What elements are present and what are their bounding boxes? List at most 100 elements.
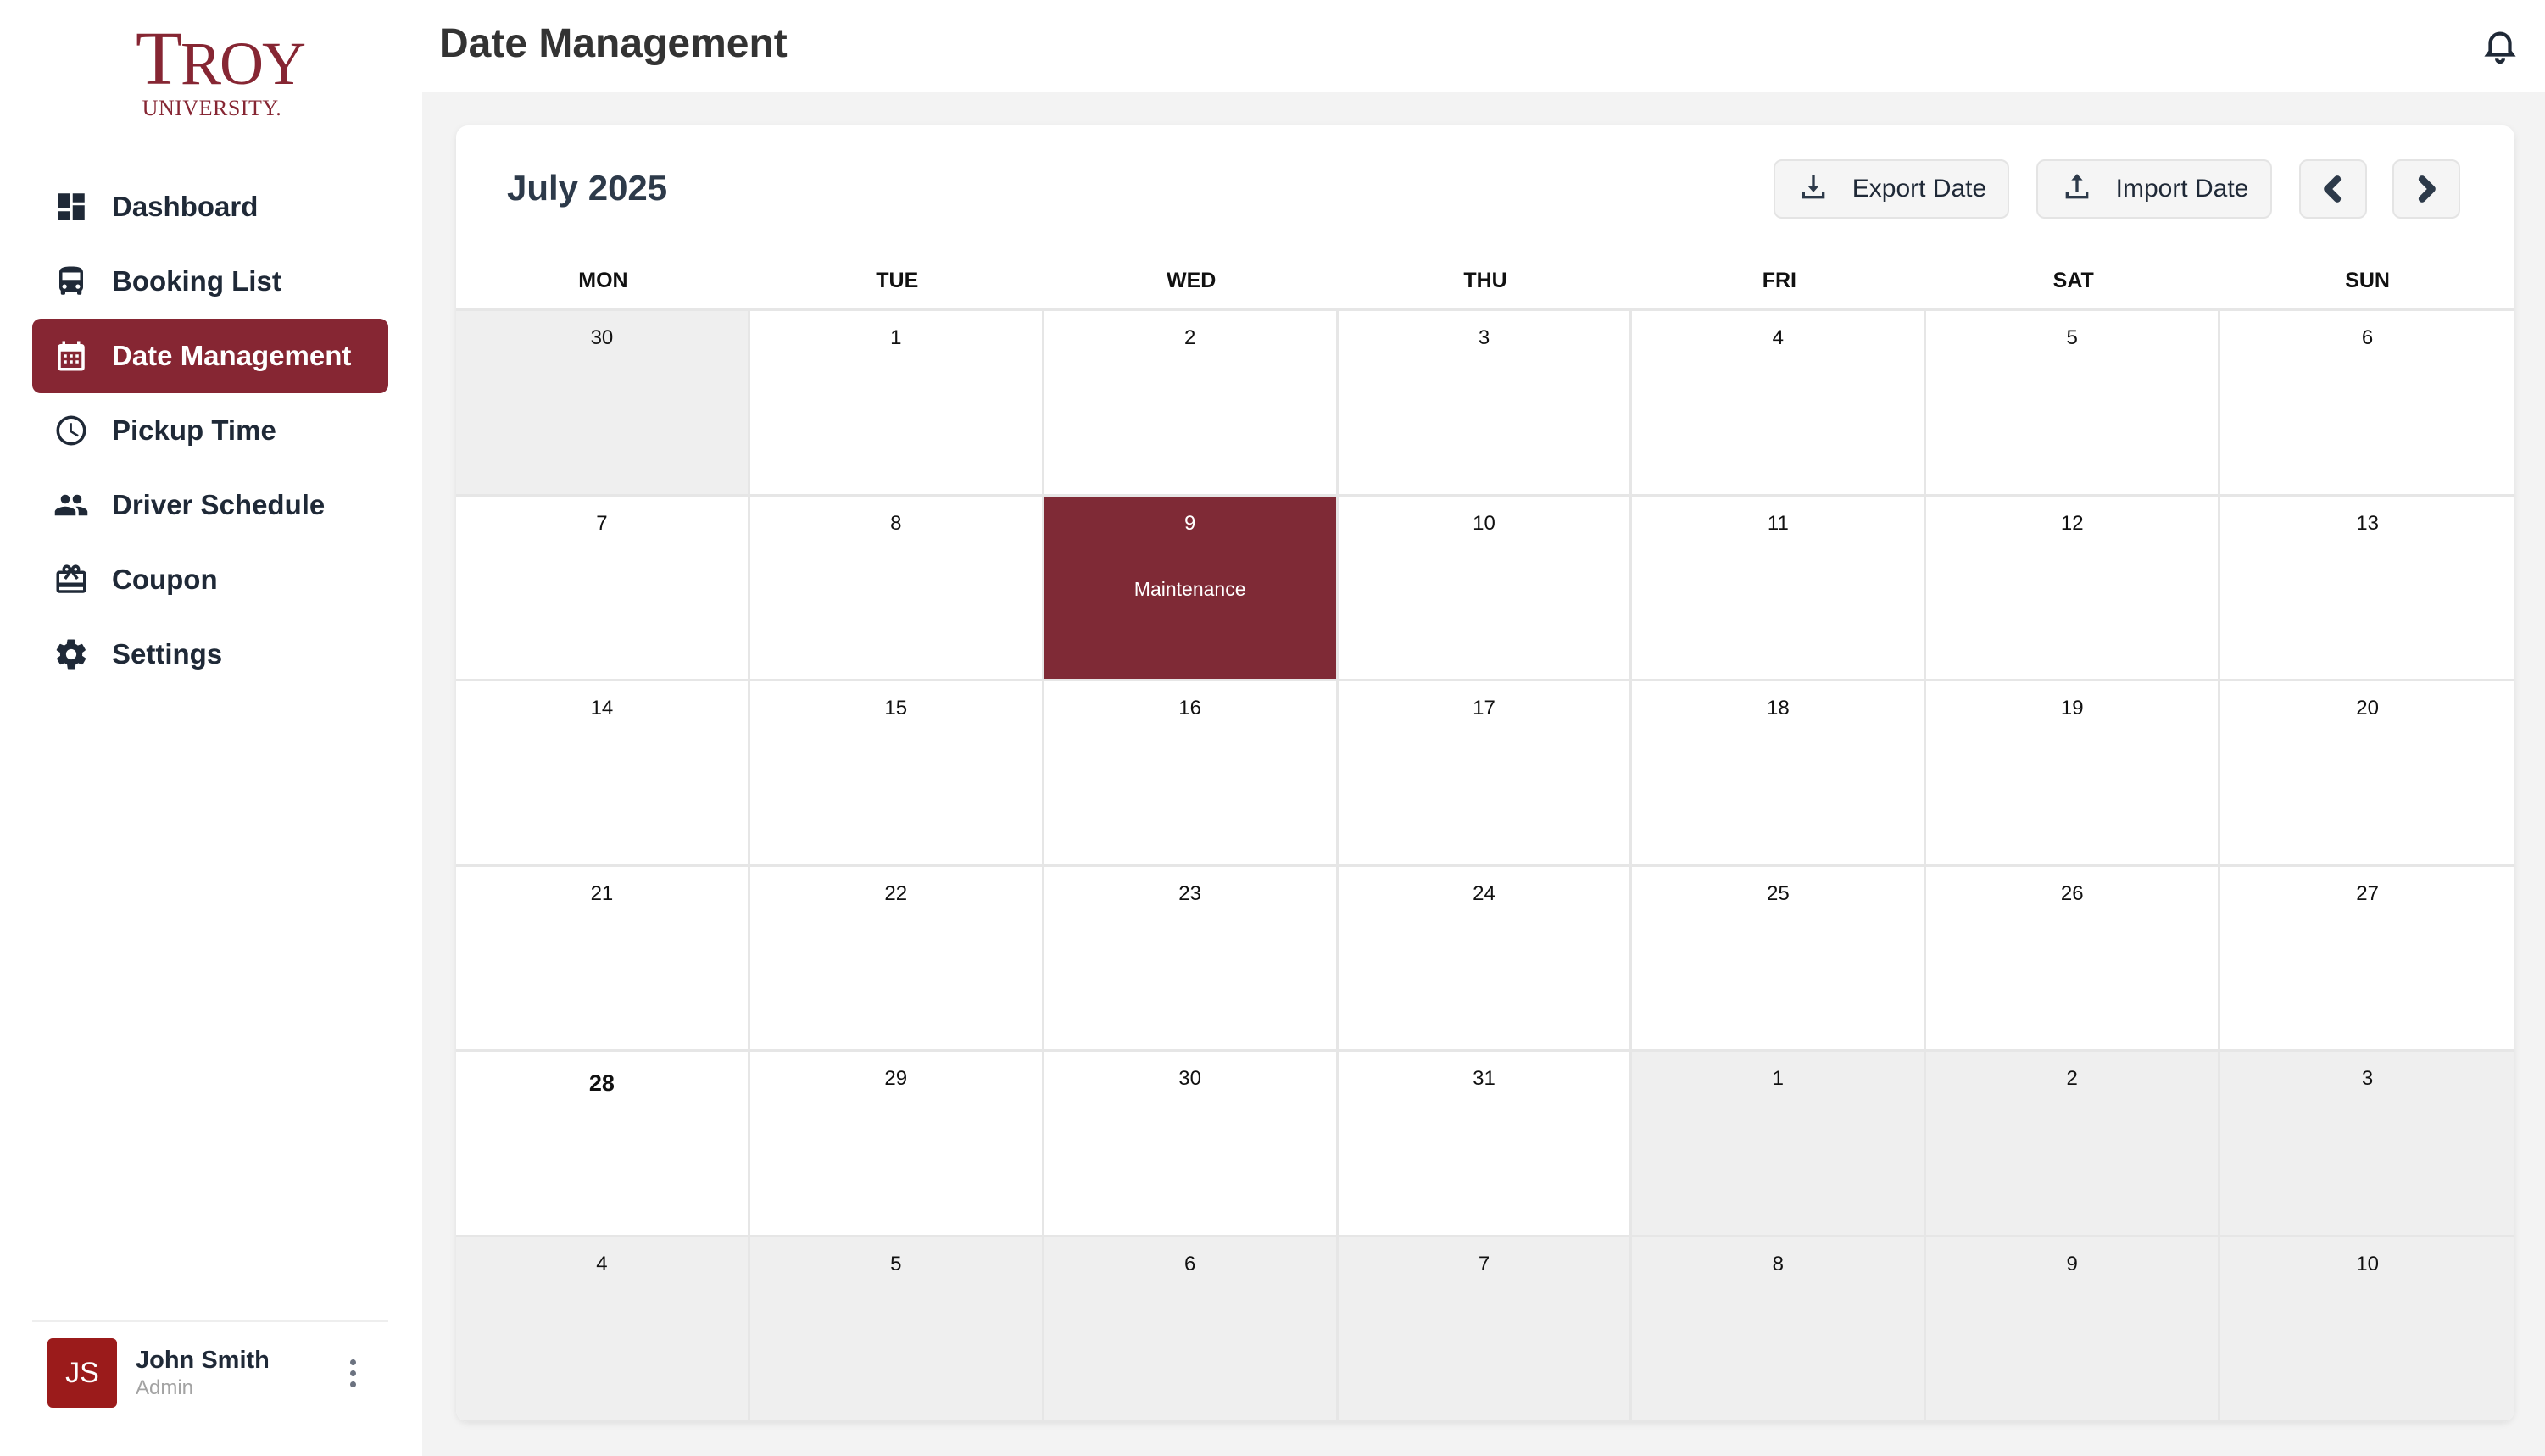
calendar-day-cell[interactable]: 19	[1926, 681, 2221, 867]
calendar-day-cell[interactable]: 1	[749, 311, 1044, 497]
day-number: 9	[1183, 511, 1196, 535]
day-number: 8	[890, 511, 902, 535]
calendar-card: July 2025 Export Date Import Date MON TU…	[456, 125, 2514, 1422]
day-number: 12	[2060, 511, 2084, 535]
calendar-day-cell[interactable]: 28	[456, 1052, 750, 1237]
calendar-day-cell[interactable]: 14	[456, 681, 750, 867]
weekday-wed: WED	[1166, 269, 1217, 292]
calendar-day-cell[interactable]: 18	[1632, 681, 1927, 867]
calendar-day-cell[interactable]: 9	[1926, 1236, 2221, 1422]
calendar-day-cell[interactable]: 8	[749, 496, 1044, 681]
import-date-button[interactable]: Import Date	[2036, 159, 2272, 219]
calendar-day-cell[interactable]: 23	[1044, 866, 1339, 1052]
day-number: 3	[2361, 1067, 2374, 1090]
calendar-day-cell[interactable]: 12	[1926, 496, 2221, 681]
event-label[interactable]: Maintenance	[1044, 578, 1336, 601]
notification-bell-icon[interactable]	[2481, 25, 2520, 64]
weekday-header-row: MON TUE WED THU FRI SAT SUN	[456, 253, 2514, 308]
day-number: 22	[884, 881, 908, 905]
calendar-day-cell[interactable]: 29	[749, 1052, 1044, 1237]
calendar-day-cell[interactable]: 15	[749, 681, 1044, 867]
calendar-day-cell-event[interactable]: 9 Maintenance	[1044, 496, 1339, 681]
day-number: 2	[1183, 326, 1196, 349]
user-menu-button[interactable]	[336, 1348, 370, 1398]
day-number: 10	[2356, 1252, 2379, 1275]
day-number: 9	[2066, 1252, 2078, 1275]
export-date-button[interactable]: Export Date	[1774, 159, 2009, 219]
sidebar-item-label: Driver Schedule	[112, 489, 326, 520]
sidebar-item-pickup-time[interactable]: Pickup Time	[32, 393, 388, 468]
calendar-day-cell[interactable]: 11	[1632, 496, 1927, 681]
sidebar-item-label: Settings	[112, 638, 223, 670]
calendar-grid: 30 1 2 3 4 5 6 7 8 9 Maintenance 10 11 12 13 14 15 16 17 18…	[456, 308, 2514, 1422]
calendar-day-cell[interactable]: 30	[1044, 1052, 1339, 1237]
day-number: 2	[2066, 1067, 2078, 1090]
calendar-day-cell[interactable]: 4	[456, 1236, 750, 1422]
calendar-day-cell[interactable]: 3	[2220, 1052, 2514, 1237]
next-month-button[interactable]	[2392, 159, 2460, 219]
sidebar-item-settings[interactable]: Settings	[32, 617, 388, 692]
calendar-day-cell[interactable]: 16	[1044, 681, 1339, 867]
calendar-day-cell[interactable]: 2	[1926, 1052, 2221, 1237]
calendar-day-cell[interactable]: 22	[749, 866, 1044, 1052]
calendar-day-cell[interactable]: 1	[1632, 1052, 1927, 1237]
more-vertical-icon	[349, 1359, 356, 1365]
calendar-day-cell[interactable]: 8	[1632, 1236, 1927, 1422]
calendar-day-cell[interactable]: 17	[1338, 681, 1633, 867]
calendar-day-cell[interactable]: 5	[749, 1236, 1044, 1422]
day-number: 26	[2060, 881, 2084, 905]
user-role: Admin	[136, 1375, 194, 1399]
weekday-sun: SUN	[2345, 269, 2390, 292]
export-date-label: Export Date	[1852, 175, 1987, 203]
page-title: Date Management	[439, 21, 788, 66]
calendar-day-cell[interactable]: 10	[2220, 1236, 2514, 1422]
calendar-day-cell[interactable]: 27	[2220, 866, 2514, 1052]
sidebar-item-label: Booking List	[112, 265, 281, 297]
day-number: 5	[890, 1252, 902, 1275]
calendar-day-cell[interactable]: 20	[2220, 681, 2514, 867]
calendar-day-cell[interactable]: 7	[1338, 1236, 1633, 1422]
day-number: 7	[596, 511, 608, 535]
calendar-day-cell[interactable]: 4	[1632, 311, 1927, 497]
day-number: 1	[1772, 1067, 1785, 1090]
calendar-day-cell[interactable]: 31	[1338, 1052, 1633, 1237]
previous-month-button[interactable]	[2299, 159, 2367, 219]
import-date-label: Import Date	[2115, 175, 2249, 203]
calendar-day-cell[interactable]: 7	[456, 496, 750, 681]
calendar-day-cell[interactable]: 10	[1338, 496, 1633, 681]
sidebar-item-booking-list[interactable]: Booking List	[32, 244, 388, 319]
clock-icon	[53, 412, 90, 449]
day-number: 23	[1178, 881, 1201, 905]
day-number: 31	[1473, 1067, 1495, 1090]
day-number: 25	[1767, 881, 1790, 905]
calendar-day-cell[interactable]: 2	[1044, 311, 1339, 497]
calendar-day-cell[interactable]: 3	[1338, 311, 1633, 497]
calendar-day-cell[interactable]: 26	[1926, 866, 2221, 1052]
troy-university-logo[interactable]: TROY UNIVERSITY.	[136, 21, 306, 122]
sidebar-item-coupon[interactable]: Coupon	[32, 542, 388, 617]
calendar-day-cell[interactable]: 13	[2220, 496, 2514, 681]
user-info: John Smith Admin	[136, 1347, 336, 1400]
day-number: 18	[1767, 697, 1790, 720]
calendar-day-cell[interactable]: 5	[1926, 311, 2221, 497]
calendar-day-cell[interactable]: 6	[2220, 311, 2514, 497]
day-number: 19	[2060, 697, 2084, 720]
day-number: 21	[590, 881, 614, 905]
day-number: 1	[890, 326, 902, 349]
calendar-day-cell[interactable]: 24	[1338, 866, 1633, 1052]
weekday-fri: FRI	[1762, 269, 1796, 292]
sidebar-item-dashboard[interactable]: Dashboard	[32, 169, 388, 244]
sidebar-item-label: Date Management	[112, 340, 352, 371]
day-number: 28	[588, 1070, 615, 1096]
sidebar-item-driver-schedule[interactable]: Driver Schedule	[32, 468, 388, 542]
sidebar-item-date-management[interactable]: Date Management	[32, 319, 388, 393]
day-number: 30	[1178, 1067, 1201, 1090]
calendar-day-cell[interactable]: 30	[456, 311, 750, 497]
day-number: 27	[2356, 881, 2379, 905]
avatar[interactable]: JS	[47, 1338, 117, 1408]
calendar-day-cell[interactable]: 25	[1632, 866, 1927, 1052]
calendar-day-cell[interactable]: 6	[1044, 1236, 1339, 1422]
chevron-right-icon	[2418, 175, 2436, 203]
calendar-day-cell[interactable]: 21	[456, 866, 750, 1052]
download-icon	[1796, 170, 1830, 208]
